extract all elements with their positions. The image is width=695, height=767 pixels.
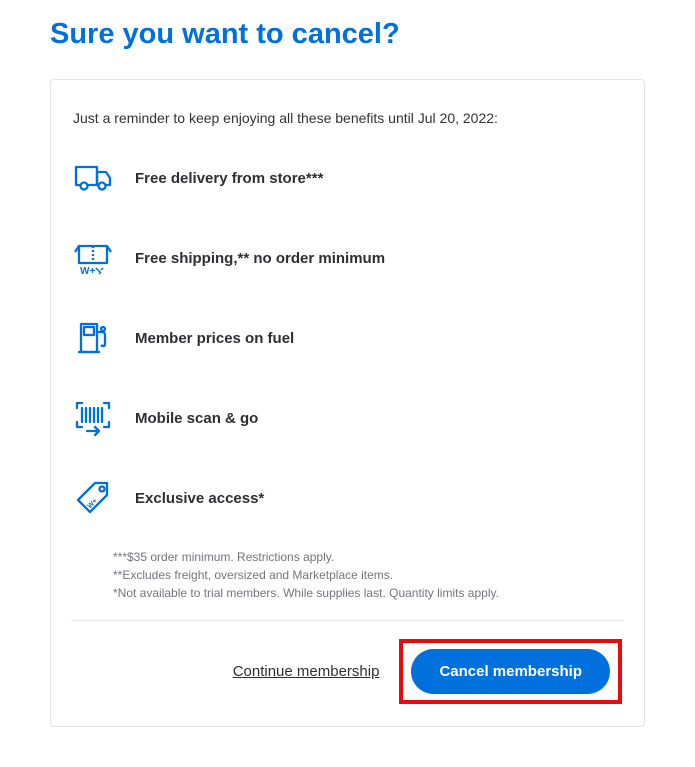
footnotes: ***$35 order minimum. Restrictions apply… <box>113 548 622 602</box>
benefit-shipping: W+ Free shipping,** no order minimum <box>73 238 622 278</box>
page-title: Sure you want to cancel? <box>50 18 645 51</box>
shipping-box-icon: W+ <box>73 238 113 278</box>
footnote: ***$35 order minimum. Restrictions apply… <box>113 548 622 566</box>
action-row: Continue membership Cancel membership <box>73 639 622 704</box>
benefit-label: Member prices on fuel <box>135 330 294 347</box>
cancel-membership-button[interactable]: Cancel membership <box>411 649 610 694</box>
benefit-fuel: Member prices on fuel <box>73 318 622 358</box>
benefit-scan: Mobile scan & go <box>73 398 622 438</box>
benefit-label: Free shipping,** no order minimum <box>135 250 385 267</box>
price-tag-icon: W+ <box>73 478 113 518</box>
benefit-exclusive: W+ Exclusive access* <box>73 478 622 518</box>
divider <box>71 620 624 621</box>
footnote: *Not available to trial members. While s… <box>113 584 622 602</box>
fuel-pump-icon <box>73 318 113 358</box>
svg-text:W+: W+ <box>80 266 95 277</box>
benefit-label: Exclusive access* <box>135 490 264 507</box>
benefit-label: Mobile scan & go <box>135 410 258 427</box>
barcode-scan-icon <box>73 398 113 438</box>
footnote: **Excludes freight, oversized and Market… <box>113 566 622 584</box>
benefit-label: Free delivery from store*** <box>135 170 323 187</box>
truck-icon <box>73 158 113 198</box>
reminder-text: Just a reminder to keep enjoying all the… <box>73 110 622 126</box>
benefit-delivery: Free delivery from store*** <box>73 158 622 198</box>
continue-membership-button[interactable]: Continue membership <box>233 663 380 680</box>
svg-text:W+: W+ <box>86 498 99 511</box>
highlight-box: Cancel membership <box>399 639 622 704</box>
cancel-card: Just a reminder to keep enjoying all the… <box>50 79 645 727</box>
